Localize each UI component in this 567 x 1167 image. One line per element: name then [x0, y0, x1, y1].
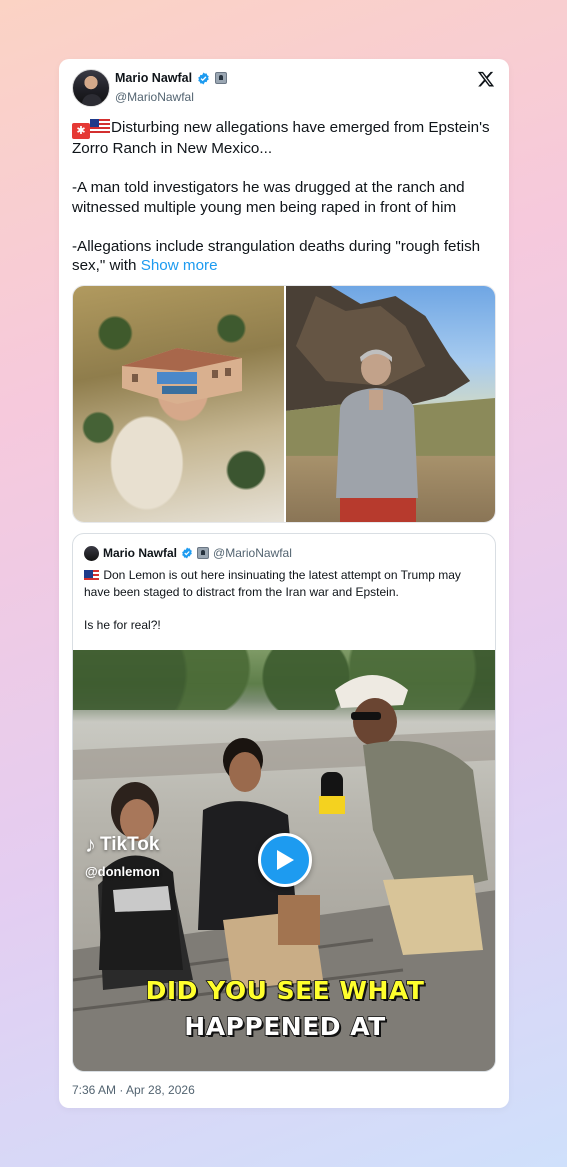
video-player[interactable]: ♪ TikTok @donlemon DID YOU SEE WHAT HAPP… [73, 650, 495, 1071]
quoted-author-name[interactable]: Mario Nawfal [103, 546, 177, 560]
play-button[interactable] [258, 833, 312, 887]
author-row: Mario Nawfal [115, 71, 228, 85]
verified-badge-icon [198, 72, 209, 84]
video-caption-line-2: HAPPENED AT [183, 1011, 386, 1042]
tweet-timestamp[interactable]: 7:36 AM · Apr 28, 2026 [72, 1083, 195, 1097]
quoted-verified-badge-icon [182, 547, 192, 559]
ranch-house-illustration [122, 348, 242, 404]
quoted-author-row: Mario Nawfal @MarioNawfal [103, 546, 292, 560]
tiktok-watermark-text: TikTok [100, 834, 160, 855]
sos-emoji-icon: ✱ [72, 123, 90, 139]
quoted-us-flag-icon [84, 570, 99, 580]
affiliate-badge-icon [215, 72, 228, 84]
portrait-photo[interactable] [286, 286, 495, 522]
author-avatar[interactable] [72, 69, 110, 107]
person-illustration [336, 349, 418, 522]
author-name[interactable]: Mario Nawfal [115, 71, 192, 85]
tiktok-handle: @donlemon [85, 864, 160, 879]
quoted-tweet[interactable]: Mario Nawfal @MarioNawfal Don Lemon is o… [72, 533, 496, 1072]
tiktok-watermark: ♪ TikTok [85, 832, 159, 858]
video-caption-line-1: DID YOU SEE WHAT [145, 975, 425, 1006]
us-flag-icon [90, 119, 110, 133]
ranch-photo[interactable] [73, 286, 284, 522]
media-grid [72, 285, 496, 523]
tweet-body: ✱ Disturbing new allegations have emerged… [72, 118, 500, 276]
quoted-affiliate-badge-icon [197, 547, 210, 559]
quoted-tweet-body: Don Lemon is out here insinuating the la… [84, 567, 488, 633]
tweet-body-text: Disturbing new allegations have emerged … [72, 119, 490, 274]
tweet-card[interactable]: Mario Nawfal @MarioNawfal ✱ Disturbing ne… [59, 59, 509, 1108]
author-handle[interactable]: @MarioNawfal [115, 90, 194, 104]
tiktok-logo-icon: ♪ [85, 832, 96, 857]
quoted-author-handle[interactable]: @MarioNawfal [213, 546, 292, 560]
show-more-link[interactable]: Show more [141, 257, 218, 274]
quoted-tweet-text: Don Lemon is out here insinuating the la… [84, 568, 461, 632]
x-logo-icon[interactable] [477, 70, 495, 88]
quoted-author-avatar[interactable] [84, 546, 99, 561]
play-icon [277, 850, 294, 870]
